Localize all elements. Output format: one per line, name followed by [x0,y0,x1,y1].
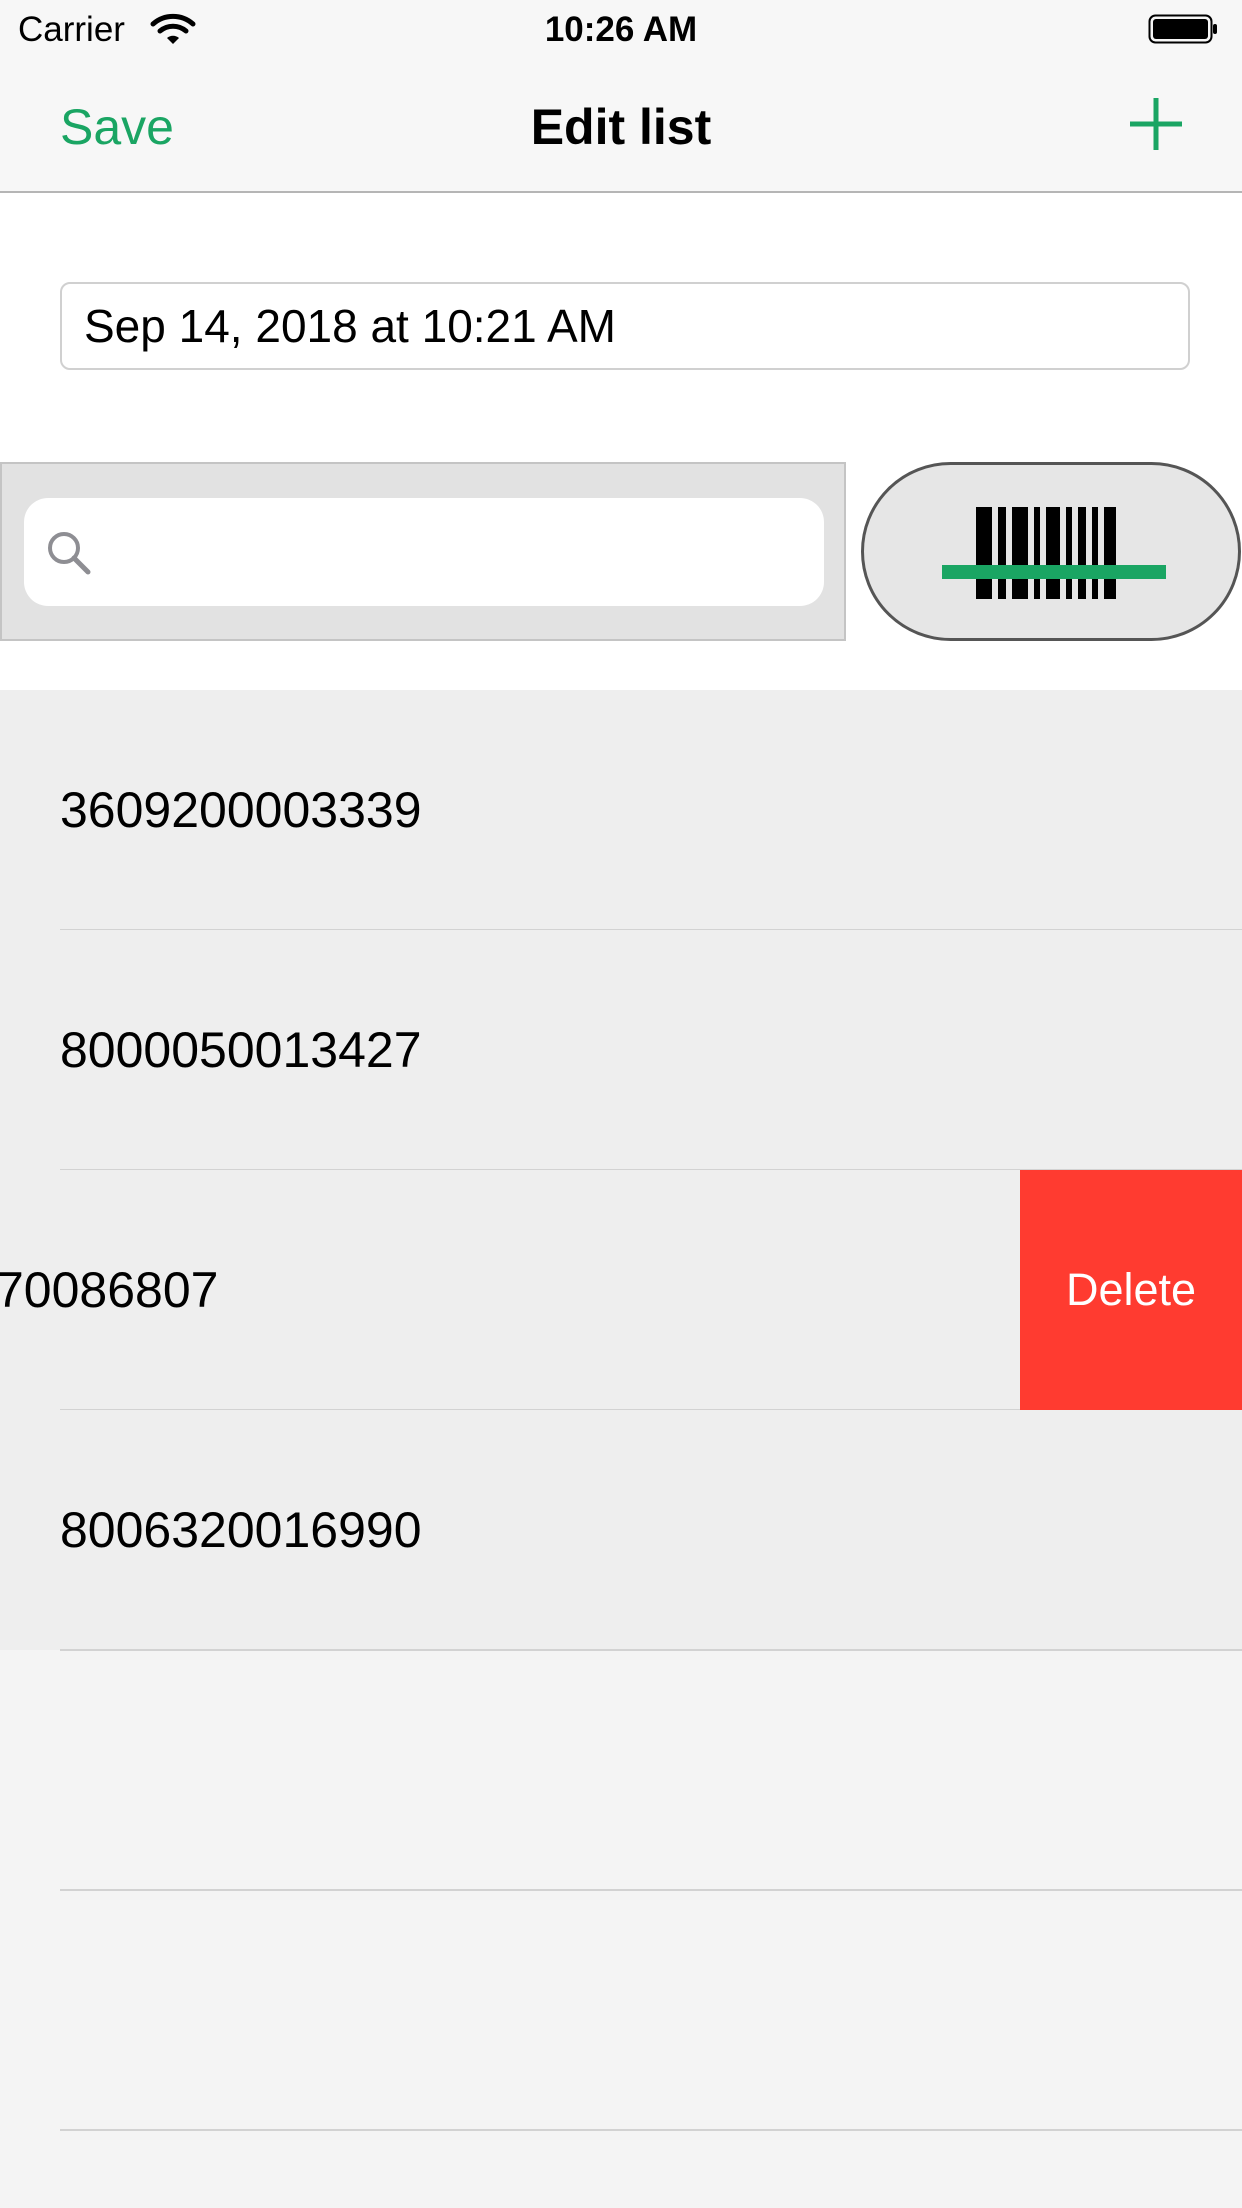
list-header: Sep 14, 2018 at 10:21 AM [0,193,1242,690]
battery-icon [1148,14,1217,44]
item-code: 8006320016990 [60,1502,422,1558]
date-field[interactable]: Sep 14, 2018 at 10:21 AM [60,282,1190,370]
row-separator [60,2129,1242,2131]
list-item[interactable]: 3609200003339 [0,690,1242,930]
list-item-swiped[interactable]: 70086807 Delete [0,1170,1242,1410]
barcode-scan-icon [942,507,1166,599]
row-separator [60,1889,1242,1891]
item-code: 8000050013427 [60,1022,422,1078]
status-time: 10:26 AM [544,10,698,49]
list-item[interactable]: 8006320016990 [0,1410,1242,1650]
page-title: Edit list [530,99,712,155]
search-input[interactable] [24,498,824,606]
list-item[interactable]: 8000050013427 [0,930,1242,1170]
item-code: 70086807 [0,1262,219,1318]
search-bar [0,462,846,641]
delete-button[interactable]: Delete [1020,1170,1242,1410]
item-code: 3609200003339 [60,782,422,838]
item-list: 3609200003339 8000050013427 70086807 Del… [0,690,1242,2208]
status-bar: Carrier 10:26 AM [0,0,1242,60]
row-separator [60,1649,1242,1651]
scan-barcode-button[interactable] [861,462,1241,641]
plus-icon[interactable] [1128,96,1184,152]
navigation-bar: Save Edit list [0,60,1242,193]
